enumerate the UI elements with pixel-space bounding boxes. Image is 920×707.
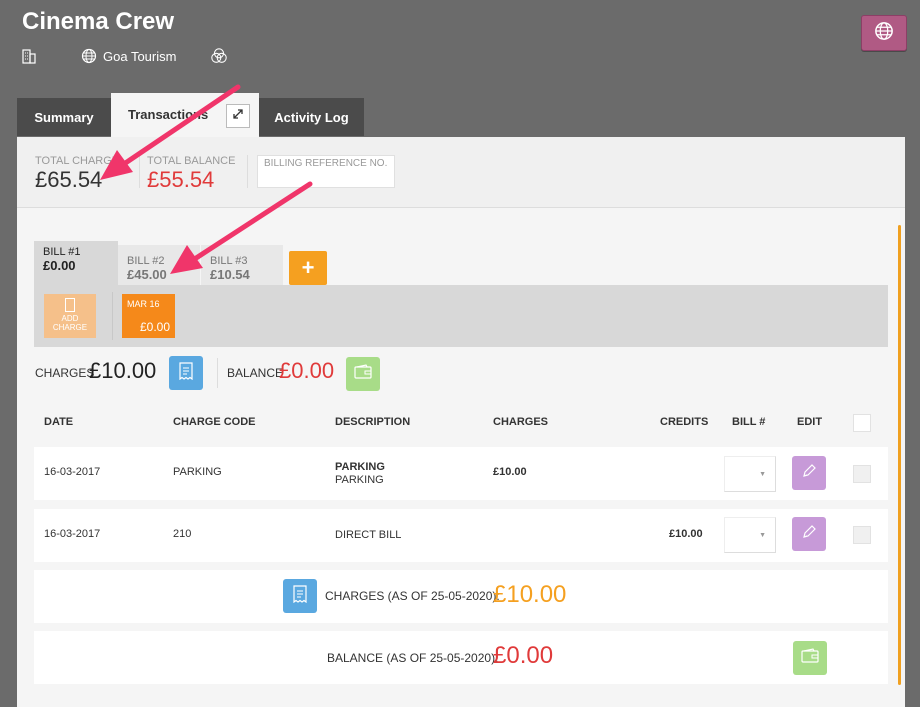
arrow-annotation [170,181,313,274]
annotation-arrows [100,84,313,274]
arrow-annotation [100,84,241,180]
